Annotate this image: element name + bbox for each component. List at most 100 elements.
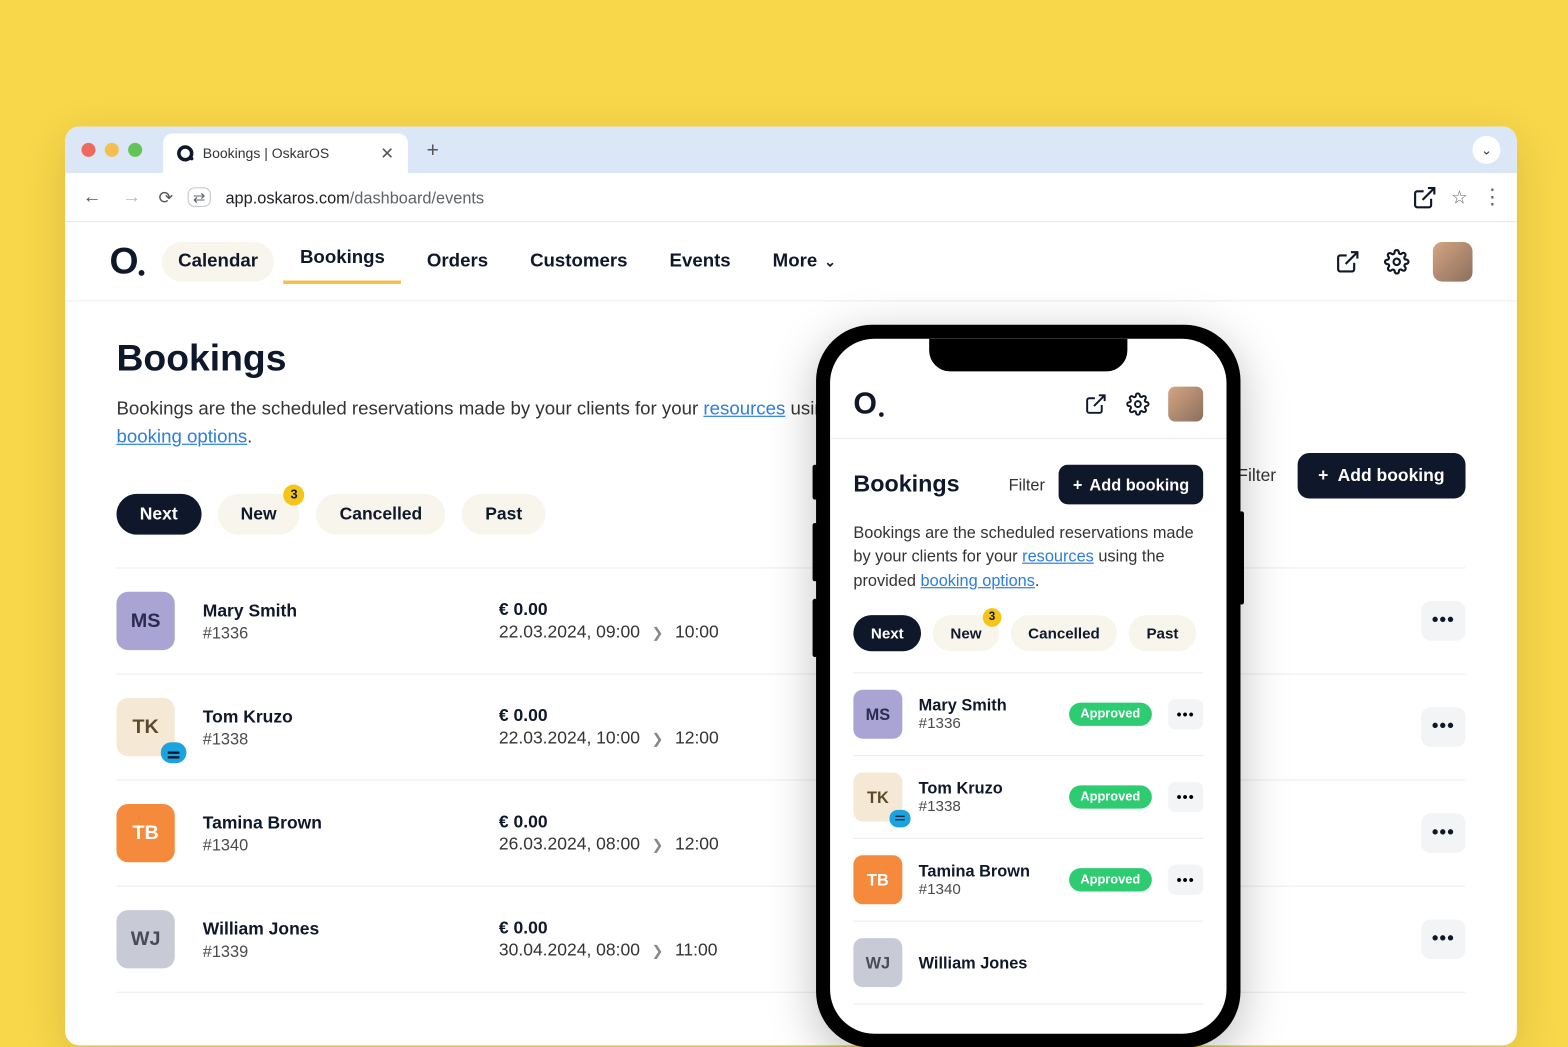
app-header: O Calendar Bookings Orders Customers Eve… [65,222,1517,301]
tab-next[interactable]: Next [116,493,201,534]
mobile-page: Bookings Filter +Add booking Bookings ar… [830,439,1226,1004]
chevron-right-icon: ❯ [652,942,664,958]
user-avatar[interactable] [1433,241,1473,281]
chevron-down-icon: ⌄ [824,253,836,269]
plus-icon: + [1073,475,1083,494]
mobile-booking-avatar: WJ [853,937,902,986]
filter-link[interactable]: Filter [1237,465,1276,485]
mobile-booking-name: William Jones [919,953,1204,972]
booking-row[interactable]: TKTom Kruzo#1338€ 0.0022.03.2024, 10:00 … [116,674,1465,780]
close-tab-icon[interactable]: ✕ [380,143,394,163]
mobile-tab-past[interactable]: Past [1129,614,1196,650]
page-title: Bookings [116,336,1465,379]
open-external-icon[interactable] [1411,184,1437,210]
site-settings-icon[interactable]: ⇄ [187,187,211,207]
status-badge: Approved [1069,868,1152,891]
settings-icon[interactable] [1384,248,1410,274]
status-badge: Approved [1069,702,1152,725]
tabs-dropdown-button[interactable]: ⌄ [1473,135,1501,163]
booking-avatar: TB [116,804,174,862]
mobile-row-menu-button[interactable]: ••• [1168,864,1203,894]
mobile-filter-tabs: Next New3 Cancelled Past [853,614,1203,650]
app: O Calendar Bookings Orders Customers Eve… [65,222,1517,1028]
mobile-filter-link[interactable]: Filter [1009,475,1045,494]
tab-past[interactable]: Past [462,493,546,534]
booking-id: #1336 [203,622,471,641]
booking-name: Tamina Brown [203,812,471,832]
mobile-booking-name: Tamina Brown [919,861,1053,880]
booking-avatar: WJ [116,910,174,968]
mobile-booking-name: Tom Kruzo [919,778,1053,797]
url-field[interactable]: app.oskaros.com/dashboard/events [225,187,1397,206]
browser-tab[interactable]: Bookings | OskarOS ✕ [163,133,408,173]
mobile-booking-options-link[interactable]: booking options [921,570,1035,589]
mobile-booking-list: MSMary Smith#1336Approved•••TKTom Kruzo#… [853,672,1203,1004]
nav-events[interactable]: Events [653,241,747,281]
minimize-window-icon[interactable] [105,142,119,156]
page-body: Bookings Bookings are the scheduled rese… [65,301,1517,1027]
booking-id: #1338 [203,728,471,747]
mobile-tab-new[interactable]: New3 [933,614,999,650]
back-icon[interactable]: ← [79,186,105,207]
browser-menu-icon[interactable]: ⋮ [1482,184,1503,208]
mobile-user-avatar[interactable] [1168,385,1203,420]
booking-avatar: TK [116,697,174,755]
mobile-row-menu-button[interactable]: ••• [1168,698,1203,728]
mobile-tab-cancelled[interactable]: Cancelled [1011,614,1118,650]
new-badge: 3 [284,484,305,505]
mobile-booking-row[interactable]: TBTamina Brown#1340Approved••• [853,838,1203,921]
mobile-booking-row[interactable]: WJ William Jones [853,921,1203,1004]
status-badge: Approved [1069,785,1152,808]
plus-icon: + [1318,465,1328,485]
settings-icon[interactable] [1126,391,1149,414]
mobile-add-booking-button[interactable]: +Add booking [1059,464,1203,504]
booking-name: Mary Smith [203,600,471,620]
nav-customers[interactable]: Customers [514,241,644,281]
maximize-window-icon[interactable] [128,142,142,156]
mobile-booking-avatar: TB [853,855,902,904]
close-window-icon[interactable] [81,142,95,156]
logo-icon[interactable]: O [109,239,136,282]
row-menu-button[interactable]: ••• [1421,601,1465,641]
mobile-new-badge: 3 [983,607,1002,626]
tab-new[interactable]: New3 [217,493,300,534]
nav-orders[interactable]: Orders [411,241,505,281]
nav-calendar[interactable]: Calendar [162,241,274,281]
open-external-icon[interactable] [1335,248,1361,274]
booking-row[interactable]: WJWilliam Jones#1339€ 0.0030.04.2024, 08… [116,886,1465,992]
resources-link[interactable]: resources [703,399,785,419]
mobile-resources-link[interactable]: resources [1022,546,1094,565]
row-menu-button[interactable]: ••• [1421,707,1465,747]
mobile-booking-row[interactable]: MSMary Smith#1336Approved••• [853,672,1203,756]
bookmark-icon[interactable]: ☆ [1451,185,1468,208]
nav-bookings[interactable]: Bookings [284,238,402,283]
phone-notch [929,338,1127,371]
nav-more[interactable]: More ⌄ [756,241,852,281]
booking-name: Tom Kruzo [203,706,471,726]
booking-options-link[interactable]: booking options [116,427,247,447]
note-icon [890,809,911,826]
booking-id: #1339 [203,941,471,960]
booking-row[interactable]: TBTamina Brown#1340€ 0.0026.03.2024, 08:… [116,780,1465,886]
chevron-right-icon: ❯ [652,729,664,745]
mobile-description: Bookings are the scheduled reservations … [853,520,1203,591]
mobile-booking-id: #1338 [919,797,1053,814]
add-booking-button[interactable]: +Add booking [1297,453,1465,498]
note-icon [161,742,187,763]
favicon-icon [177,145,193,161]
mobile-page-title: Bookings [853,471,959,498]
mobile-logo-icon[interactable]: O [853,385,877,421]
row-menu-button[interactable]: ••• [1421,813,1465,853]
reload-icon[interactable]: ⟳ [158,186,173,207]
booking-id: #1340 [203,834,471,853]
new-tab-icon[interactable]: + [427,137,439,161]
open-external-icon[interactable] [1084,391,1107,414]
booking-row[interactable]: MSMary Smith#1336€ 0.0022.03.2024, 09:00… [116,567,1465,674]
mobile-booking-row[interactable]: TKTom Kruzo#1338Approved••• [853,756,1203,839]
mobile-tab-next[interactable]: Next [853,614,921,650]
forward-icon[interactable]: → [119,186,145,207]
filter-tabs: Next New3 Cancelled Past [116,493,545,534]
mobile-row-menu-button[interactable]: ••• [1168,781,1203,811]
tab-cancelled[interactable]: Cancelled [316,493,445,534]
row-menu-button[interactable]: ••• [1421,919,1465,959]
